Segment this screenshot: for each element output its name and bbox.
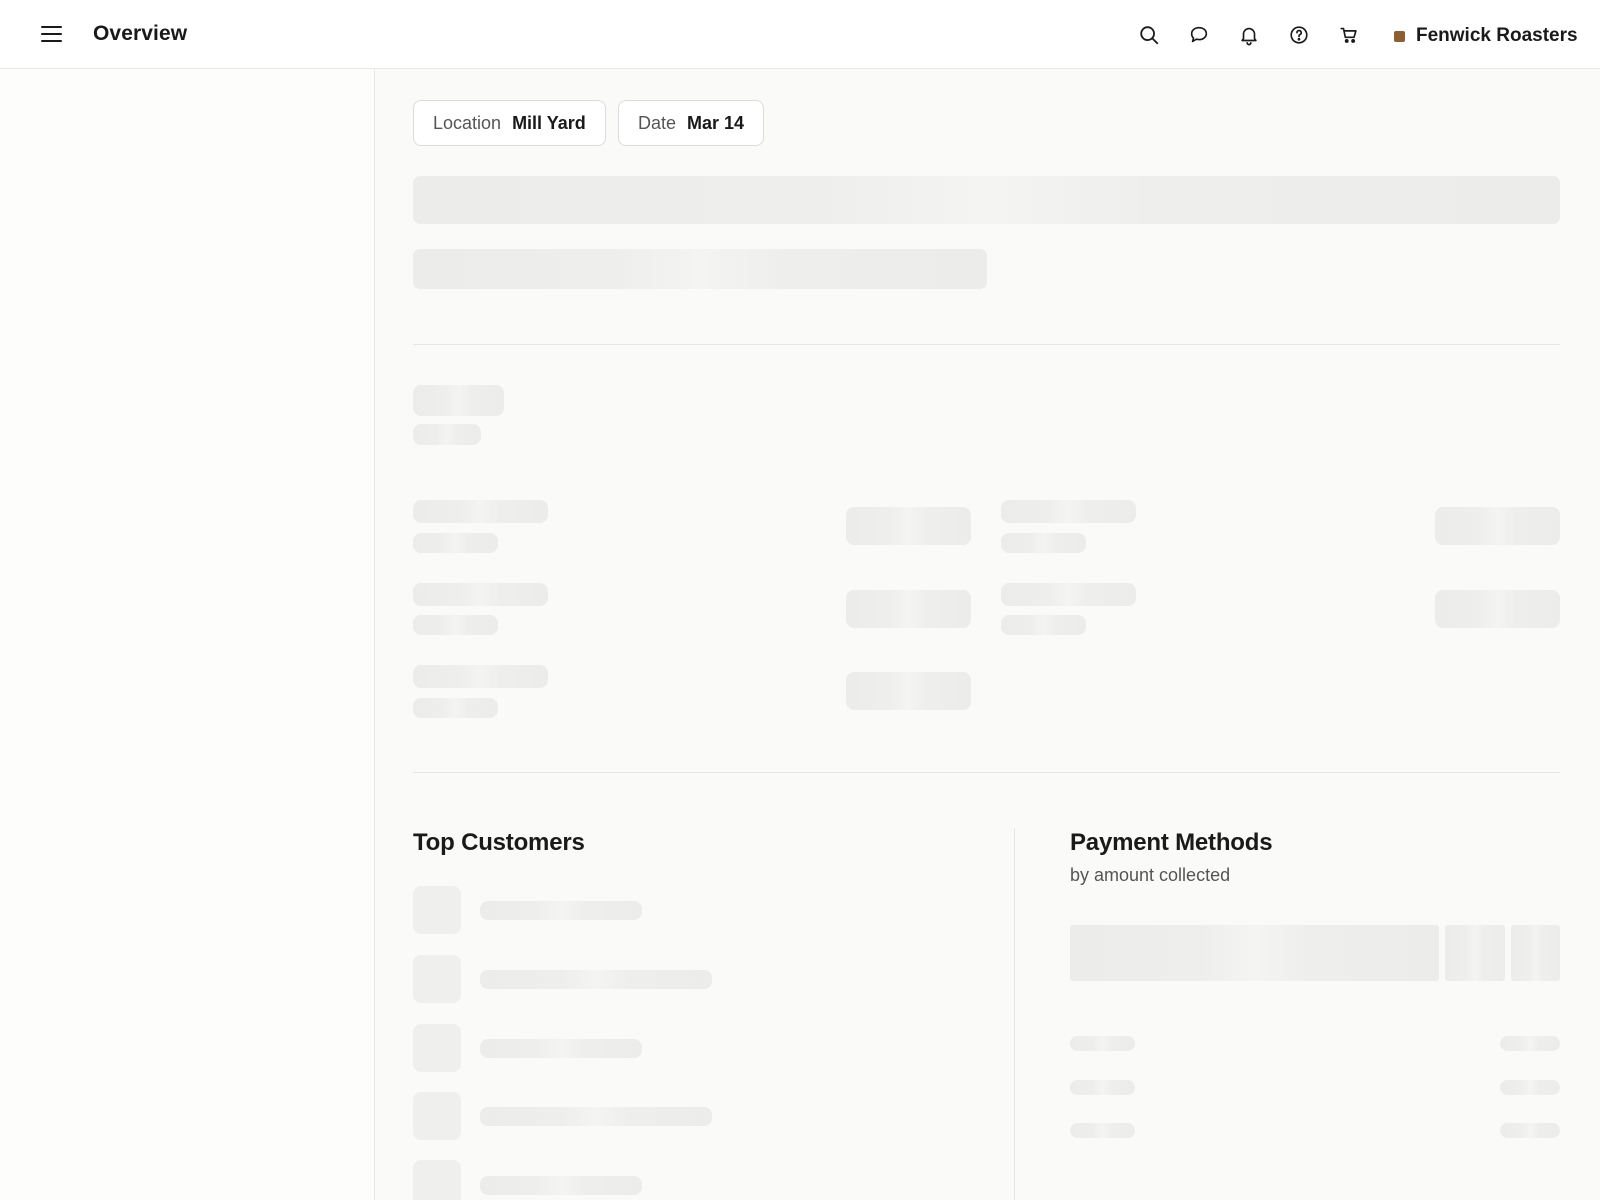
customer-name-skeleton	[480, 901, 642, 920]
top-bar: Overview Fenwick Roasters	[0, 0, 1600, 69]
sidebar	[0, 69, 375, 1200]
customer-avatar-skeleton	[413, 1160, 461, 1200]
location-filter-label: Location	[433, 112, 502, 133]
payment-methods-title: Payment Methods	[1070, 829, 1273, 856]
subheadline-skeleton	[413, 249, 987, 289]
section-divider	[413, 344, 1560, 345]
summary-subtitle-skeleton	[413, 424, 481, 445]
customer-name-skeleton	[480, 1176, 642, 1195]
payment-bar-skeleton	[1070, 925, 1439, 981]
customer-avatar-skeleton	[413, 955, 461, 1003]
customer-name-skeleton	[480, 1039, 642, 1058]
payment-method-value-skeleton	[1500, 1036, 1560, 1051]
payment-method-value-skeleton	[1500, 1080, 1560, 1095]
search-icon[interactable]	[1136, 22, 1162, 48]
location-filter-value: Mill Yard	[512, 112, 586, 133]
customer-name-skeleton	[480, 970, 712, 989]
account-switcher[interactable]: Fenwick Roasters	[1394, 25, 1578, 47]
date-filter-value: Mar 14	[687, 112, 745, 133]
metric-label-skeleton	[413, 583, 548, 606]
page-title: Overview	[93, 22, 188, 45]
top-customers-title: Top Customers	[413, 829, 585, 856]
metric-value-skeleton	[846, 590, 971, 628]
metric-value-skeleton	[846, 507, 971, 545]
metric-label-skeleton	[413, 665, 548, 688]
customer-avatar-skeleton	[413, 1024, 461, 1072]
brand-color-swatch	[1394, 30, 1405, 42]
metric-value-skeleton	[846, 672, 971, 710]
date-filter[interactable]: Date Mar 14	[618, 100, 765, 146]
metric-value-skeleton	[1435, 590, 1560, 628]
metric-label-skeleton	[1001, 583, 1136, 606]
date-filter-label: Date	[638, 112, 677, 133]
metric-value-skeleton	[1435, 507, 1560, 545]
payment-method-label-skeleton	[1070, 1036, 1135, 1051]
headline-skeleton	[413, 176, 1560, 224]
location-filter[interactable]: Location Mill Yard	[413, 100, 606, 146]
customer-avatar-skeleton	[413, 886, 461, 934]
payment-methods-subtitle: by amount collected	[1070, 865, 1231, 885]
payment-method-value-skeleton	[1500, 1123, 1560, 1138]
payment-method-label-skeleton	[1070, 1080, 1135, 1095]
cart-icon[interactable]	[1336, 22, 1362, 48]
message-icon[interactable]	[1186, 22, 1212, 48]
column-divider	[1014, 828, 1015, 1200]
metric-sublabel-skeleton	[1001, 533, 1086, 553]
help-icon[interactable]	[1286, 22, 1312, 48]
metric-sublabel-skeleton	[413, 615, 498, 635]
section-divider	[413, 772, 1560, 773]
payment-bar-skeleton	[1511, 925, 1560, 981]
customer-avatar-skeleton	[413, 1092, 461, 1140]
payment-method-label-skeleton	[1070, 1123, 1135, 1138]
menu-icon[interactable]	[38, 22, 66, 46]
metric-sublabel-skeleton	[1001, 615, 1086, 635]
metric-label-skeleton	[413, 500, 548, 523]
payment-bar-skeleton	[1445, 925, 1505, 981]
customer-name-skeleton	[480, 1107, 712, 1126]
bell-icon[interactable]	[1236, 22, 1262, 48]
metric-sublabel-skeleton	[413, 533, 498, 553]
metric-sublabel-skeleton	[413, 698, 498, 718]
metric-label-skeleton	[1001, 500, 1136, 523]
summary-title-skeleton	[413, 385, 504, 416]
brand-name: Fenwick Roasters	[1416, 25, 1578, 46]
